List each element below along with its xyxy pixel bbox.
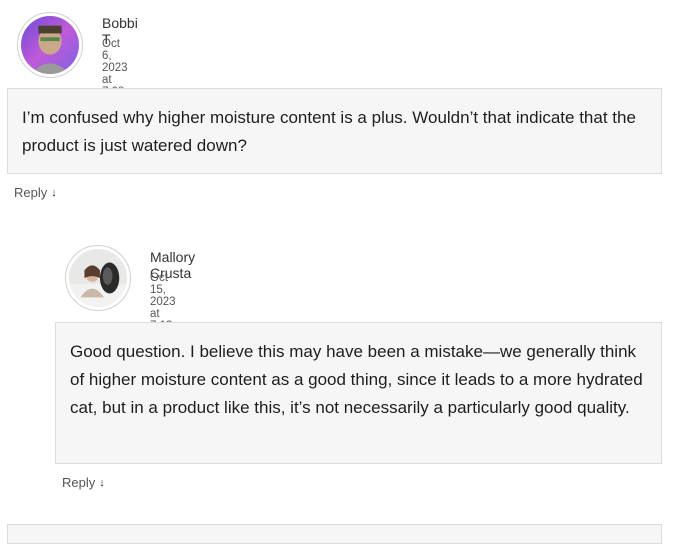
arrow-down-icon: ↓: [99, 476, 105, 489]
reply-label: Reply: [14, 185, 48, 200]
comment-text: I’m confused why higher moisture content…: [22, 108, 636, 155]
reply-button[interactable]: Reply ↓: [62, 475, 105, 490]
avatar: [17, 12, 83, 78]
reply-label: Reply: [62, 475, 96, 490]
reply-button[interactable]: Reply ↓: [14, 185, 57, 200]
next-comment-box: [7, 524, 662, 544]
comment-body: Good question. I believe this may have b…: [55, 322, 662, 464]
comment-body: I’m confused why higher moisture content…: [7, 88, 662, 174]
arrow-down-icon: ↓: [51, 186, 57, 199]
comment-text: Good question. I believe this may have b…: [70, 342, 643, 417]
avatar: [65, 245, 131, 311]
avatar-image-bobbi: [21, 16, 79, 74]
avatar-image-mallory: [69, 249, 127, 307]
